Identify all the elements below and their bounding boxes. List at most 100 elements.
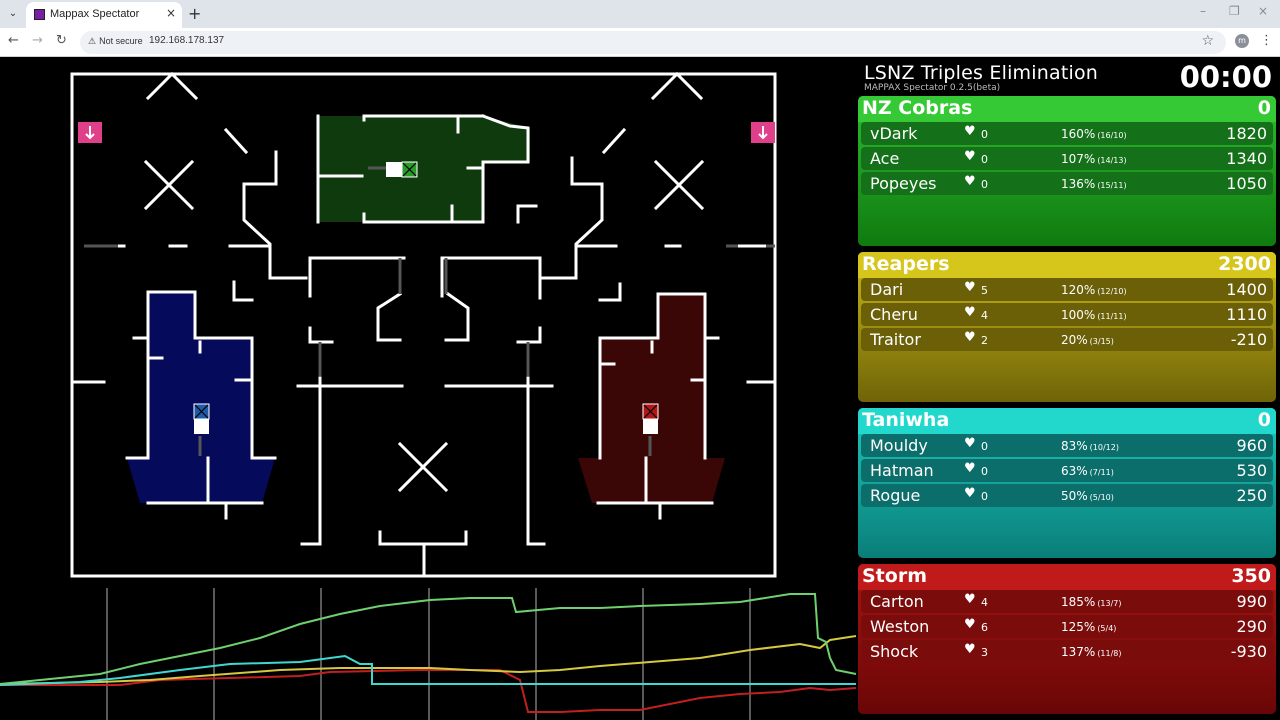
hit-ratio: (11/11) (1097, 312, 1127, 321)
heart-icon: ♥ (964, 124, 976, 139)
reload-icon[interactable]: ↻ (56, 33, 67, 48)
tab-title: Mappax Spectator (50, 8, 140, 20)
score-graph (0, 588, 857, 720)
accuracy-percent: 20% (1061, 333, 1088, 347)
player-lives: 5 (981, 284, 988, 297)
player-lives: 2 (981, 334, 988, 347)
player-name: vDark (870, 124, 918, 143)
team-header: NZ Cobras 0 (858, 96, 1276, 122)
player-row: Mouldy ♥ 0 83% (10/12) 960 (861, 434, 1273, 457)
browser-tab[interactable]: Mappax Spectator × (26, 2, 182, 28)
team-score: 0 (1257, 409, 1271, 431)
player-score: -210 (1230, 330, 1267, 349)
heart-icon: ♥ (964, 305, 976, 320)
hit-ratio: (16/10) (1097, 131, 1127, 140)
player-score: 250 (1236, 486, 1267, 505)
heart-icon: ♥ (964, 461, 976, 476)
heart-icon: ♥ (964, 617, 976, 632)
address-bar: ← → ↻ ⚠ Not secure 192.168.178.137 ☆ m ⋮ (0, 28, 1280, 57)
team-card-taniwha: Taniwha 0 Mouldy ♥ 0 83% (10/12) 960 Hatm… (858, 408, 1276, 558)
player-accuracy: 185% (13/7) (1061, 595, 1122, 609)
team-score: 2300 (1218, 253, 1271, 275)
player-row: Popeyes ♥ 0 136% (15/11) 1050 (861, 172, 1273, 195)
bookmark-star-icon[interactable]: ☆ (1201, 33, 1214, 49)
player-score: 290 (1236, 617, 1267, 636)
player-score: 1050 (1226, 174, 1267, 193)
heart-icon: ♥ (964, 330, 976, 345)
profile-avatar[interactable]: m (1235, 34, 1249, 48)
team-card-nz-cobras: NZ Cobras 0 vDark ♥ 0 160% (16/10) 1820 A… (858, 96, 1276, 246)
hit-ratio: (7/11) (1089, 468, 1114, 477)
player-row: Cheru ♥ 4 100% (11/11) 1110 (861, 303, 1273, 326)
player-row: Weston ♥ 6 125% (5/4) 290 (861, 615, 1273, 638)
hit-ratio: (14/13) (1097, 156, 1127, 165)
player-score: 1400 (1226, 280, 1267, 299)
team-card-storm: Storm 350 Carton ♥ 4 185% (13/7) 990 West… (858, 564, 1276, 714)
team-name: Reapers (862, 253, 950, 275)
back-arrow-icon[interactable]: ← (8, 33, 19, 48)
minimize-button[interactable]: – (1200, 4, 1206, 18)
heart-icon: ♥ (964, 149, 976, 164)
player-score: -930 (1230, 642, 1267, 661)
heart-icon: ♥ (964, 280, 976, 295)
player-row: Traitor ♥ 2 20% (3/15) -210 (861, 328, 1273, 351)
player-name: Hatman (870, 461, 934, 480)
security-label: Not secure (99, 36, 143, 46)
accuracy-percent: 63% (1061, 464, 1088, 478)
team-header: Reapers 2300 (858, 252, 1276, 278)
hit-ratio: (5/4) (1097, 624, 1117, 633)
player-name: Popeyes (870, 174, 937, 193)
new-tab-button[interactable]: + (188, 4, 201, 23)
player-score: 1820 (1226, 124, 1267, 143)
window-close-button[interactable]: × (1258, 4, 1268, 18)
player-accuracy: 50% (5/10) (1061, 489, 1114, 503)
team-name: Storm (862, 565, 927, 587)
player-score: 960 (1236, 436, 1267, 455)
hit-ratio: (12/10) (1097, 287, 1127, 296)
player-row: vDark ♥ 0 160% (16/10) 1820 (861, 122, 1273, 145)
player-lives: 0 (981, 128, 988, 141)
player-accuracy: 83% (10/12) (1061, 439, 1119, 453)
heart-icon: ♥ (964, 592, 976, 607)
team-score: 350 (1231, 565, 1271, 587)
team-header: Storm 350 (858, 564, 1276, 590)
heart-icon: ♥ (964, 174, 976, 189)
player-lives: 0 (981, 153, 988, 166)
player-name: Dari (870, 280, 904, 299)
player-accuracy: 160% (16/10) (1061, 127, 1127, 141)
restore-button[interactable]: ❐ (1229, 4, 1240, 18)
tab-close-icon[interactable]: × (166, 6, 176, 20)
url-text[interactable]: 192.168.178.137 (149, 35, 224, 46)
accuracy-percent: 125% (1061, 620, 1096, 634)
heart-icon: ♥ (964, 486, 976, 501)
player-row: Ace ♥ 0 107% (14/13) 1340 (861, 147, 1273, 170)
team-name: Taniwha (862, 409, 950, 431)
player-lives: 3 (981, 646, 988, 659)
player-name: Traitor (870, 330, 921, 349)
security-chip[interactable]: ⚠ Not secure (88, 36, 143, 47)
hit-ratio: (11/8) (1097, 649, 1122, 658)
accuracy-percent: 185% (1061, 595, 1096, 609)
url-omnibox[interactable]: ⚠ Not secure 192.168.178.137 ☆ (80, 31, 1226, 54)
browser-menu-icon[interactable]: ⋮ (1260, 33, 1273, 48)
spectator-app: LSNZ Triples Elimination MAPPAX Spectato… (0, 58, 1280, 720)
forward-arrow-icon[interactable]: → (32, 33, 43, 48)
browser-tab-bar: ⌄ Mappax Spectator × + – ❐ × (0, 0, 1280, 28)
tab-search-button[interactable]: ⌄ (4, 5, 22, 23)
accuracy-percent: 100% (1061, 308, 1096, 322)
player-score: 990 (1236, 592, 1267, 611)
player-row: Hatman ♥ 0 63% (7/11) 530 (861, 459, 1273, 482)
player-row: Carton ♥ 4 185% (13/7) 990 (861, 590, 1273, 613)
accuracy-percent: 136% (1061, 177, 1096, 191)
player-row: Dari ♥ 5 120% (12/10) 1400 (861, 278, 1273, 301)
player-score: 1340 (1226, 149, 1267, 168)
team-name: NZ Cobras (862, 97, 973, 119)
player-score: 530 (1236, 461, 1267, 480)
hit-ratio: (13/7) (1097, 599, 1122, 608)
player-accuracy: 136% (15/11) (1061, 177, 1127, 191)
player-row: Shock ♥ 3 137% (11/8) -930 (861, 640, 1273, 663)
player-name: Rogue (870, 486, 921, 505)
favicon-icon (34, 9, 45, 20)
player-name: Carton (870, 592, 924, 611)
game-timer: 00:00 (1179, 60, 1272, 94)
